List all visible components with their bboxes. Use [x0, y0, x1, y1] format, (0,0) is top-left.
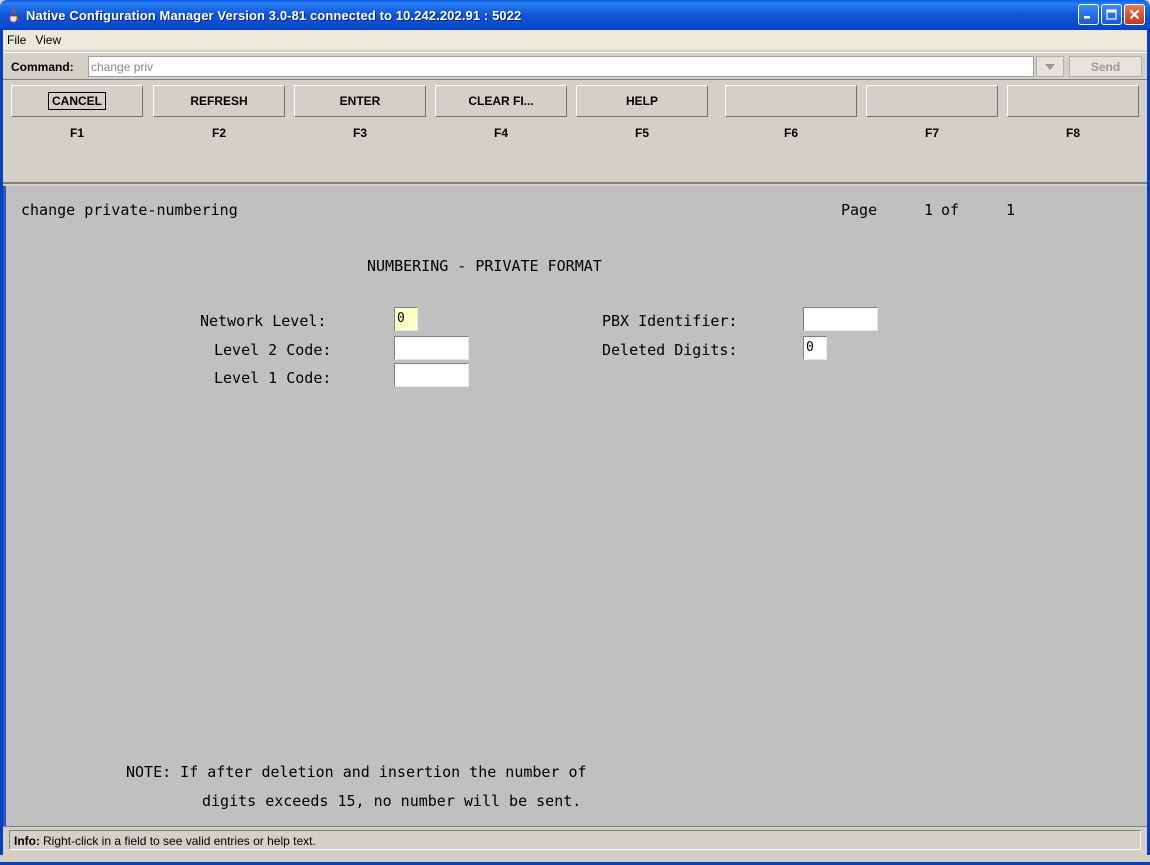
page-total: 1: [1006, 201, 1016, 219]
function-key-bar: CANCEL REFRESH ENTER CLEAR FI... HELP F1…: [3, 81, 1147, 184]
fkey-label-f6: F6: [783, 126, 798, 140]
cancel-button[interactable]: CANCEL: [11, 85, 143, 117]
deleted-digits-label: Deleted Digits:: [602, 341, 738, 359]
enter-button[interactable]: ENTER: [294, 85, 426, 117]
pbx-identifier-field[interactable]: [803, 307, 878, 331]
minimize-button[interactable]: [1078, 4, 1099, 25]
info-bar: Info: Right-click in a field to see valid…: [3, 826, 1147, 854]
note-line-1: NOTE: If after deletion and insertion th…: [126, 763, 587, 781]
pbx-identifier-label: PBX Identifier:: [602, 312, 738, 330]
close-icon: [1129, 9, 1140, 20]
command-input[interactable]: change priv: [88, 56, 1034, 77]
level2-code-field[interactable]: [394, 336, 469, 360]
page-label: Page: [841, 201, 878, 219]
menu-bar: File View: [0, 30, 1150, 50]
window-controls: [1078, 4, 1145, 25]
info-panel: Info: Right-click in a field to see valid…: [9, 830, 1141, 850]
command-echo: change private-numbering: [21, 201, 238, 219]
page-current: 1: [924, 201, 934, 219]
network-level-label: Network Level:: [200, 312, 327, 330]
menu-view[interactable]: View: [35, 33, 61, 47]
window-border-bottom: [0, 855, 1150, 865]
level1-code-label: Level 1 Code:: [214, 369, 332, 387]
network-level-field[interactable]: 0: [394, 307, 418, 331]
deleted-digits-field[interactable]: 0: [803, 336, 827, 360]
fkey-label-f4: F4: [493, 126, 508, 140]
minimize-icon: [1084, 16, 1090, 19]
window-title: Native Configuration Manager Version 3.0…: [26, 7, 522, 23]
info-label: Info:: [14, 834, 40, 848]
help-button[interactable]: HELP: [576, 85, 708, 117]
chevron-down-icon: [1045, 63, 1055, 70]
info-text: Right-click in a field to see valid entr…: [43, 834, 316, 848]
menu-file[interactable]: File: [7, 33, 26, 47]
send-button[interactable]: Send: [1069, 56, 1142, 77]
java-cup-icon: [6, 7, 22, 23]
command-history-dropdown[interactable]: [1036, 56, 1064, 77]
fkey-label-f1: F1: [69, 126, 84, 140]
screen-heading: NUMBERING - PRIVATE FORMAT: [367, 257, 602, 275]
level2-code-label: Level 2 Code:: [214, 341, 332, 359]
f7-button[interactable]: [866, 85, 998, 117]
f8-button[interactable]: [1007, 85, 1139, 117]
level1-code-field[interactable]: [394, 363, 469, 387]
command-label: Command:: [11, 60, 74, 74]
maximize-icon: [1106, 9, 1117, 20]
fkey-label-f8: F8: [1065, 126, 1080, 140]
close-button[interactable]: [1124, 4, 1145, 25]
terminal-screen: change private-numbering Page 1 of 1 NUM…: [3, 186, 1147, 826]
f6-button[interactable]: [725, 85, 857, 117]
cancel-button-label: CANCEL: [48, 92, 106, 110]
fkey-label-f3: F3: [352, 126, 367, 140]
note-line-2: digits exceeds 15, no number will be sen…: [202, 792, 582, 810]
title-bar: Native Configuration Manager Version 3.0…: [0, 0, 1150, 30]
fkey-label-f7: F7: [924, 126, 939, 140]
page-of: of: [941, 201, 960, 219]
refresh-button[interactable]: REFRESH: [153, 85, 285, 117]
fkey-label-f5: F5: [634, 126, 649, 140]
fkey-label-f2: F2: [211, 126, 226, 140]
command-row: Command: change priv Send: [3, 52, 1147, 80]
clear-fields-button[interactable]: CLEAR FI...: [435, 85, 567, 117]
maximize-button[interactable]: [1101, 4, 1122, 25]
